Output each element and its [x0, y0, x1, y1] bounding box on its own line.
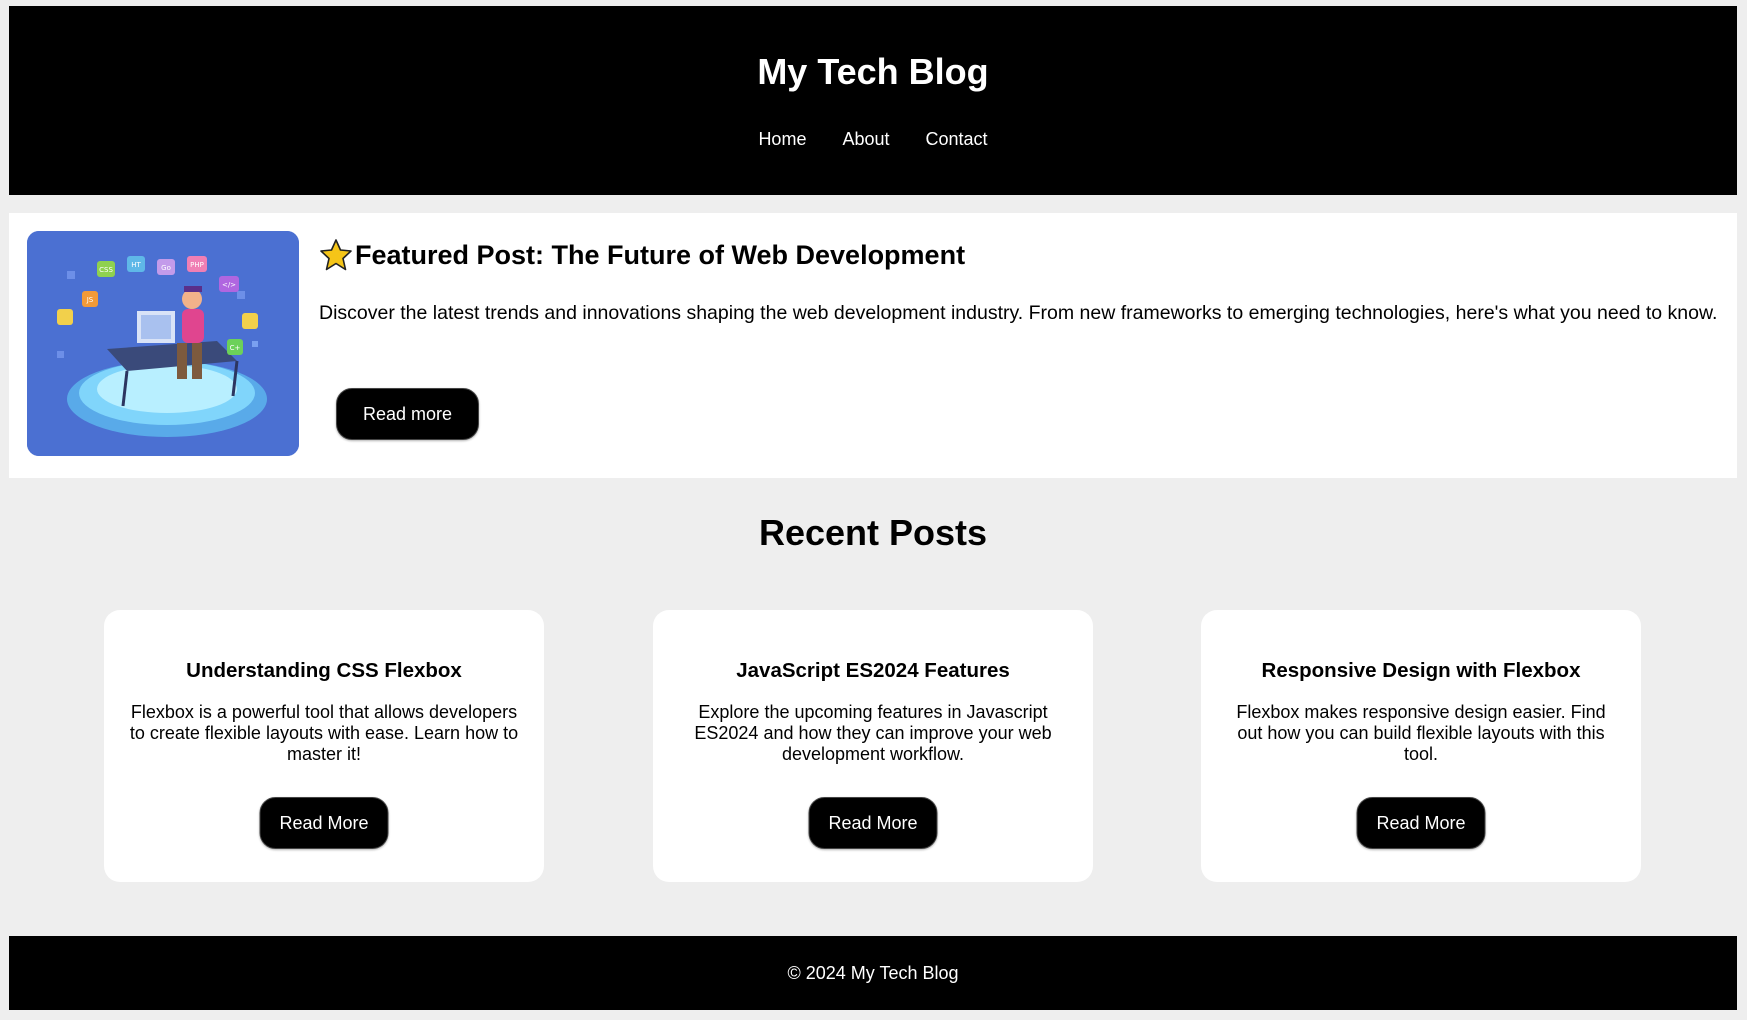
svg-text:JS: JS — [86, 296, 94, 304]
svg-text:PHP: PHP — [190, 261, 204, 269]
post-card-title: Responsive Design with Flexbox — [1261, 659, 1581, 682]
svg-text:HT: HT — [131, 261, 141, 269]
site-footer: © 2024 My Tech Blog — [9, 936, 1737, 1010]
svg-text:</>: </> — [222, 281, 236, 289]
post-card-text: Flexbox is a powerful tool that allows d… — [129, 702, 519, 764]
recent-posts-list: Understanding CSS Flexbox Flexbox is a p… — [9, 610, 1737, 882]
featured-title: Featured Post: The Future of Web Develop… — [319, 238, 965, 272]
post-card-title: Understanding CSS Flexbox — [186, 659, 462, 682]
post-card-text: Explore the upcoming features in Javascr… — [694, 702, 1052, 764]
featured-read-more-button[interactable]: Read more — [336, 388, 479, 440]
svg-text:CSS: CSS — [99, 266, 113, 274]
recent-posts-heading: Recent Posts — [758, 512, 988, 553]
post-card-read-more-button[interactable]: Read More — [259, 797, 389, 849]
site-header: My Tech Blog Home About Contact — [9, 6, 1737, 195]
developer-illustration: CSS HT Go PHP </> JS C+ — [27, 231, 299, 456]
post-card-read-more-button[interactable]: Read More — [808, 797, 938, 849]
svg-text:C+: C+ — [230, 344, 241, 352]
post-card-title: JavaScript ES2024 Features — [736, 659, 1010, 682]
featured-title-text: Featured Post: The Future of Web Develop… — [355, 240, 966, 270]
star-icon — [320, 239, 352, 271]
post-card: Responsive Design with Flexbox Flexbox m… — [1201, 610, 1641, 882]
main-nav: Home About Contact — [9, 128, 1737, 150]
post-card: Understanding CSS Flexbox Flexbox is a p… — [104, 610, 544, 882]
svg-text:Go: Go — [161, 264, 171, 272]
post-card-read-more-button[interactable]: Read More — [1356, 797, 1486, 849]
post-card-text: Flexbox makes responsive design easier. … — [1236, 702, 1606, 764]
post-card: JavaScript ES2024 Features Explore the u… — [653, 610, 1093, 882]
nav-link-contact[interactable]: Contact — [926, 128, 988, 150]
featured-image: CSS HT Go PHP </> JS C+ — [27, 231, 299, 456]
site-title: My Tech Blog — [757, 51, 989, 92]
featured-description: Discover the latest trends and innovatio… — [319, 302, 1718, 324]
featured-post: CSS HT Go PHP </> JS C+ Featured Post: T… — [9, 213, 1737, 478]
page: My Tech Blog Home About Contact CSS HT G… — [9, 6, 1737, 1014]
nav-link-home[interactable]: Home — [758, 128, 806, 150]
nav-link-about[interactable]: About — [842, 128, 889, 150]
